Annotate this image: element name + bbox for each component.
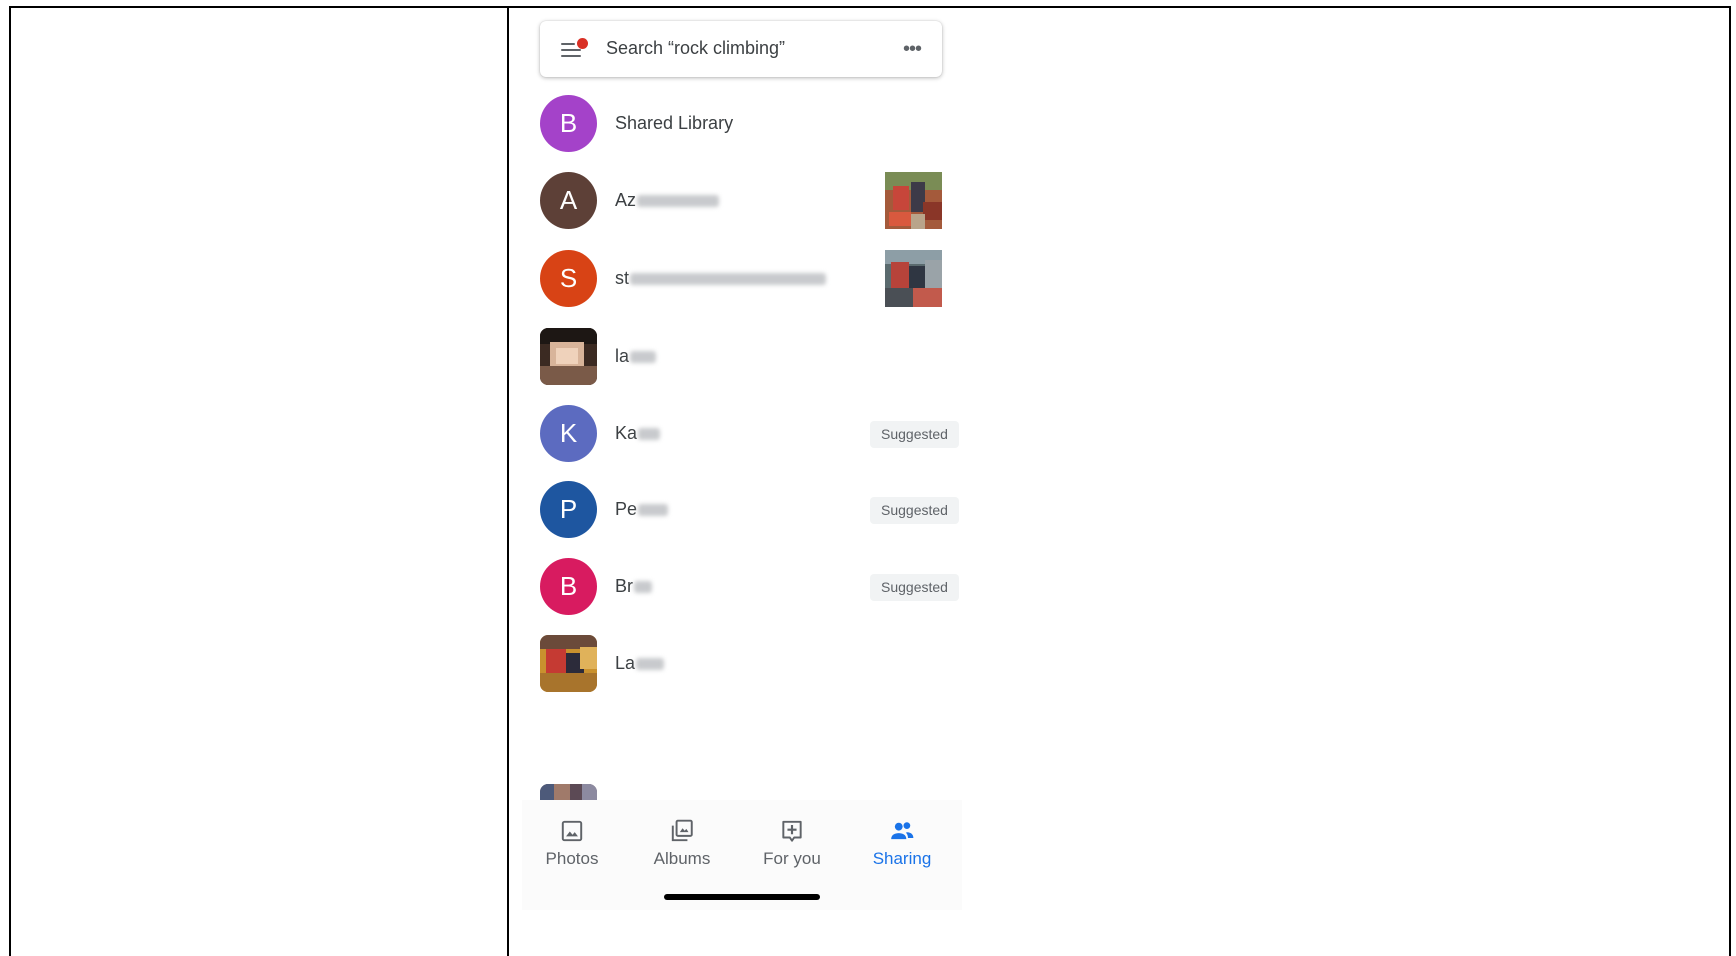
suggested-badge: Suggested <box>870 421 959 448</box>
redacted-text <box>630 273 827 286</box>
list-item[interactable]: La <box>540 635 960 695</box>
list-item[interactable]: la <box>540 328 960 388</box>
name-prefix: Pe <box>615 499 638 519</box>
list-item-name: Ka <box>615 423 661 444</box>
redacted-text <box>634 581 652 594</box>
list-item-name: la <box>615 346 657 367</box>
more-horizontal-icon[interactable]: ••• <box>897 39 927 59</box>
redacted-text <box>630 351 657 364</box>
avatar <box>540 328 597 385</box>
phone-screen: Search “rock climbing” ••• B Shared Libr… <box>522 8 962 910</box>
nav-for-you[interactable]: For you <box>742 818 842 869</box>
redacted-text <box>636 658 665 671</box>
avatar: K <box>540 405 597 462</box>
for-you-icon <box>782 820 802 842</box>
nav-sharing[interactable]: Sharing <box>852 818 952 869</box>
search-placeholder[interactable]: Search “rock climbing” <box>606 38 785 59</box>
suggested-badge: Suggested <box>870 497 959 524</box>
albums-icon <box>671 819 693 842</box>
avatar <box>540 635 597 692</box>
list-item[interactable]: B Br Suggested <box>540 558 960 618</box>
list-item-name: Az <box>615 190 720 211</box>
name-prefix: La <box>615 653 636 673</box>
list-item[interactable]: S st <box>540 250 960 310</box>
list-item-name: La <box>615 653 665 674</box>
avatar: A <box>540 172 597 229</box>
home-indicator[interactable] <box>664 894 820 900</box>
redacted-text <box>638 428 661 441</box>
nav-albums[interactable]: Albums <box>632 818 732 869</box>
list-item-name: st <box>615 268 827 289</box>
list-item[interactable]: A Az <box>540 172 960 232</box>
search-bar[interactable]: Search “rock climbing” ••• <box>540 21 942 77</box>
avatar: P <box>540 481 597 538</box>
avatar: B <box>540 95 597 152</box>
suggested-badge: Suggested <box>870 574 959 601</box>
name-prefix: Br <box>615 576 633 596</box>
nav-label: Photos <box>545 849 599 868</box>
nav-label: Sharing <box>872 849 932 868</box>
shared-photo-thumbnail[interactable] <box>885 172 942 229</box>
photo-icon <box>561 820 583 842</box>
name-prefix: Az <box>615 190 637 210</box>
name-prefix: la <box>615 346 630 366</box>
nav-label: Albums <box>653 849 711 868</box>
name-prefix: Ka <box>615 423 638 443</box>
list-item-shared-library[interactable]: B Shared Library <box>540 95 960 155</box>
list-item-name: Pe <box>615 499 669 520</box>
shared-photo-thumbnail[interactable] <box>885 250 942 307</box>
column-divider <box>507 6 509 956</box>
nav-label: For you <box>763 849 821 868</box>
redacted-text <box>638 504 669 517</box>
list-item[interactable]: P Pe Suggested <box>540 481 960 541</box>
avatar: B <box>540 558 597 615</box>
bottom-navigation: Photos Albums For you Sharing <box>522 800 962 910</box>
notification-dot-icon <box>577 38 588 49</box>
redacted-text <box>637 195 720 208</box>
list-item[interactable]: K Ka Suggested <box>540 405 960 465</box>
sharing-people-icon <box>891 822 914 840</box>
list-item-name: Shared Library <box>615 113 734 133</box>
nav-photos[interactable]: Photos <box>522 818 622 869</box>
name-prefix: st <box>615 268 630 288</box>
avatar: S <box>540 250 597 307</box>
list-item-name: Br <box>615 576 652 597</box>
